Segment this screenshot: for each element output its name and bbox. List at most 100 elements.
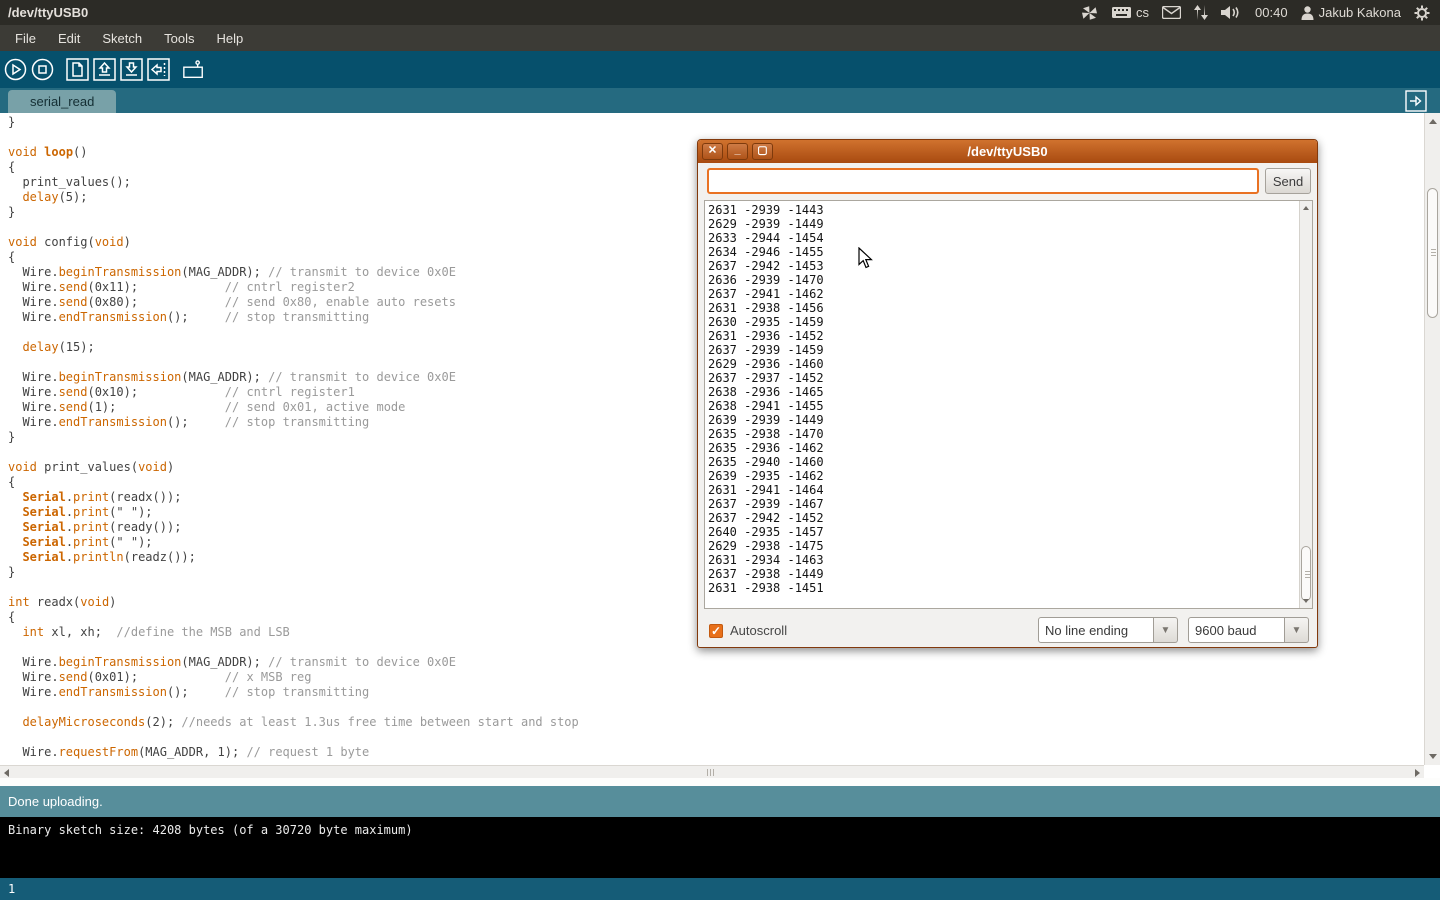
- maximize-icon: ▢: [757, 146, 767, 157]
- scroll-down-arrow[interactable]: [1429, 754, 1437, 759]
- keyboard-indicator[interactable]: cs: [1111, 5, 1149, 20]
- editor-scrollbar-thumb[interactable]: [1427, 188, 1438, 318]
- network-tray-icon[interactable]: [1194, 5, 1208, 20]
- serial-data-line: 2631 -2934 -1463: [708, 553, 1312, 567]
- serial-data-line: 2635 -2940 -1460: [708, 455, 1312, 469]
- serial-data-line: 2631 -2938 -1456: [708, 301, 1312, 315]
- autoscroll-label: Autoscroll: [730, 623, 787, 638]
- upload-button[interactable]: [147, 58, 170, 81]
- code-line: Wire.endTransmission(); // stop transmit…: [8, 685, 1424, 700]
- user-icon: [1301, 6, 1314, 20]
- serial-data-line: 2637 -2939 -1467: [708, 497, 1312, 511]
- stop-button[interactable]: [31, 58, 54, 81]
- serial-output-area[interactable]: 2631 -2939 -14432629 -2939 -14492633 -29…: [704, 200, 1313, 609]
- current-line-number: 1: [8, 882, 15, 896]
- serial-monitor-button[interactable]: [182, 58, 205, 81]
- line-ending-dropdown-arrow[interactable]: ▼: [1154, 617, 1178, 643]
- serial-send-input[interactable]: [707, 168, 1259, 194]
- serial-scrollbar-thumb[interactable]: [1301, 546, 1311, 601]
- new-file-icon: [66, 58, 89, 81]
- serial-monitor-titlebar[interactable]: ✕ _ ▢ /dev/ttyUSB0: [698, 140, 1317, 163]
- menu-edit[interactable]: Edit: [47, 27, 91, 50]
- maximize-button[interactable]: ▢: [752, 143, 773, 160]
- send-button[interactable]: Send: [1265, 168, 1311, 194]
- mouse-cursor: [858, 247, 873, 274]
- menu-tools[interactable]: Tools: [153, 27, 205, 50]
- tab-bar: serial_read: [0, 88, 1440, 113]
- serial-data-line: 2631 -2936 -1452: [708, 329, 1312, 343]
- tab-label: serial_read: [30, 94, 94, 109]
- serial-data-line: 2638 -2941 -1455: [708, 399, 1312, 413]
- serial-monitor-window: ✕ _ ▢ /dev/ttyUSB0 Send 2631 -2939 -1443…: [697, 139, 1318, 648]
- serial-data-line: 2635 -2938 -1470: [708, 427, 1312, 441]
- serial-data-line: 2637 -2938 -1449: [708, 567, 1312, 581]
- serial-data-line: 2638 -2936 -1465: [708, 385, 1312, 399]
- open-sketch-button[interactable]: [93, 58, 116, 81]
- stop-icon: [31, 58, 54, 81]
- status-bar: Done uploading.: [0, 786, 1440, 817]
- editor-vertical-scrollbar[interactable]: [1424, 113, 1440, 765]
- serial-scroll-up-arrow[interactable]: [1303, 206, 1309, 210]
- user-menu[interactable]: Jakub Kakona: [1301, 5, 1401, 20]
- clock-label[interactable]: 00:40: [1255, 5, 1288, 20]
- serial-data-line: 2637 -2937 -1452: [708, 371, 1312, 385]
- system-tray: cs 00:40 Jakub Kakona: [1081, 5, 1440, 21]
- chevron-down-icon: ▼: [1292, 625, 1302, 636]
- menu-sketch[interactable]: Sketch: [91, 27, 153, 50]
- verify-button[interactable]: [4, 58, 27, 81]
- menu-help[interactable]: Help: [205, 27, 254, 50]
- serial-data-line: 2635 -2936 -1462: [708, 441, 1312, 455]
- menubar: FileEditSketchToolsHelp: [0, 25, 1440, 51]
- baud-rate-value: 9600 baud: [1188, 617, 1285, 643]
- keyboard-icon: [1111, 6, 1132, 19]
- chevron-down-icon-2[interactable]: ▼: [1285, 617, 1309, 643]
- line-ending-select[interactable]: No line ending ▼: [1038, 617, 1178, 643]
- code-line: delayMicroseconds(2); //needs at least 1…: [8, 715, 1424, 730]
- autoscroll-checkbox[interactable]: ✓: [709, 624, 723, 638]
- serial-data-line: 2637 -2941 -1462: [708, 287, 1312, 301]
- focused-window-title: /dev/ttyUSB0: [8, 5, 88, 20]
- toolbar: [0, 51, 1440, 88]
- user-name-label: Jakub Kakona: [1319, 5, 1401, 20]
- volume-tray-icon[interactable]: [1221, 5, 1242, 20]
- code-line: Wire.requestFrom(MAG_ADDR, 1); // reques…: [8, 745, 1424, 760]
- upload-arrow-icon: [147, 58, 170, 81]
- mail-tray-icon[interactable]: [1162, 6, 1181, 19]
- serial-monitor-title: /dev/ttyUSB0: [698, 144, 1317, 159]
- desktop-top-panel: /dev/ttyUSB0 cs 00:40 Jakub Kakona: [0, 0, 1440, 25]
- serial-data-line: 2631 -2939 -1443: [708, 203, 1312, 217]
- serial-data-line: 2637 -2939 -1459: [708, 343, 1312, 357]
- serial-data-line: 2636 -2939 -1470: [708, 273, 1312, 287]
- console-output: Binary sketch size: 4208 bytes (of a 307…: [0, 817, 1440, 878]
- minimize-button[interactable]: _: [727, 143, 748, 160]
- chevron-down-icon: ▼: [1161, 625, 1171, 636]
- serial-data-line: 2629 -2938 -1475: [708, 539, 1312, 553]
- close-button[interactable]: ✕: [702, 143, 723, 160]
- console-text: Binary sketch size: 4208 bytes (of a 307…: [8, 823, 413, 837]
- status-text: Done uploading.: [8, 794, 103, 809]
- play-icon: [4, 58, 27, 81]
- baud-rate-select[interactable]: 9600 baud ▼: [1188, 617, 1309, 643]
- scroll-left-arrow[interactable]: [4, 769, 9, 777]
- code-line: Wire.beginTransmission(MAG_ADDR); // tra…: [8, 655, 1424, 670]
- new-sketch-button[interactable]: [66, 58, 89, 81]
- editor-horizontal-scrollbar[interactable]: [0, 765, 1424, 778]
- serial-data-line: 2637 -2942 -1452: [708, 511, 1312, 525]
- tab-serial-read[interactable]: serial_read: [8, 90, 116, 113]
- serial-scrollbar[interactable]: [1299, 201, 1312, 608]
- keyboard-layout-label: cs: [1136, 5, 1149, 20]
- serial-data-line: 2631 -2938 -1451: [708, 581, 1312, 595]
- tab-menu-arrow-icon: [1405, 90, 1427, 112]
- serial-data-line: 2629 -2939 -1449: [708, 217, 1312, 231]
- serial-scroll-down-arrow[interactable]: [1303, 599, 1309, 603]
- serial-data-line: 2639 -2935 -1462: [708, 469, 1312, 483]
- serial-data-line: 2631 -2941 -1464: [708, 483, 1312, 497]
- close-icon: ✕: [708, 146, 717, 157]
- scroll-up-arrow[interactable]: [1429, 119, 1437, 124]
- save-sketch-button[interactable]: [120, 58, 143, 81]
- scroll-right-arrow[interactable]: [1415, 769, 1420, 777]
- menu-file[interactable]: File: [4, 27, 47, 50]
- session-gear-icon[interactable]: [1414, 5, 1430, 21]
- serial-monitor-icon: [182, 58, 205, 81]
- pinwheel-tray-icon[interactable]: [1081, 5, 1098, 21]
